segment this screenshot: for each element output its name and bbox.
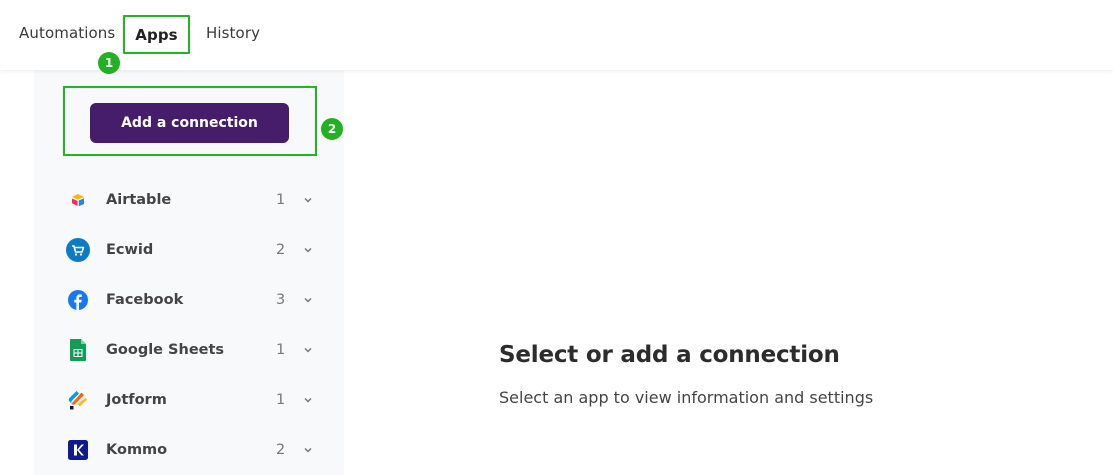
app-name: Ecwid	[106, 242, 154, 258]
add-connection-button[interactable]: Add a connection	[90, 103, 289, 143]
app-item-facebook[interactable]: Facebook 3	[66, 280, 326, 320]
tab-automations[interactable]: Automations	[19, 24, 115, 42]
jotform-icon	[66, 388, 90, 412]
tab-apps[interactable]: Apps	[123, 15, 190, 54]
chevron-down-icon[interactable]	[303, 395, 313, 405]
app-item-ecwid[interactable]: Ecwid 2	[66, 230, 326, 270]
app-item-airtable[interactable]: Airtable 1	[66, 180, 326, 220]
chevron-down-icon[interactable]	[303, 295, 313, 305]
chevron-down-icon[interactable]	[303, 245, 313, 255]
empty-state-subtitle: Select an app to view information and se…	[499, 388, 874, 407]
step-marker-2: 2	[321, 118, 343, 140]
top-navigation: Automations Apps History	[0, 0, 1113, 70]
connection-count: 2	[276, 242, 286, 258]
empty-state-title: Select or add a connection	[499, 342, 840, 368]
chevron-down-icon[interactable]	[303, 445, 313, 455]
kommo-icon	[66, 438, 90, 462]
step-marker-1: 1	[98, 52, 120, 74]
connection-count: 2	[276, 442, 286, 458]
app-name: Facebook	[106, 292, 184, 308]
ecwid-icon	[66, 238, 90, 262]
google-sheets-icon	[66, 338, 90, 362]
connection-count: 1	[276, 392, 286, 408]
chevron-down-icon[interactable]	[303, 195, 313, 205]
app-name: Airtable	[106, 192, 172, 208]
app-name: Jotform	[106, 392, 167, 408]
tab-history[interactable]: History	[206, 24, 260, 42]
airtable-icon	[66, 188, 90, 212]
chevron-down-icon[interactable]	[303, 345, 313, 355]
app-item-kommo[interactable]: Kommo 2	[66, 430, 326, 470]
app-item-jotform[interactable]: Jotform 1	[66, 380, 326, 420]
app-name: Kommo	[106, 442, 168, 458]
connection-count: 3	[276, 292, 286, 308]
app-item-google-sheets[interactable]: Google Sheets 1	[66, 330, 326, 370]
app-name: Google Sheets	[106, 342, 225, 358]
facebook-icon	[66, 288, 90, 312]
connection-count: 1	[276, 192, 286, 208]
connection-count: 1	[276, 342, 286, 358]
